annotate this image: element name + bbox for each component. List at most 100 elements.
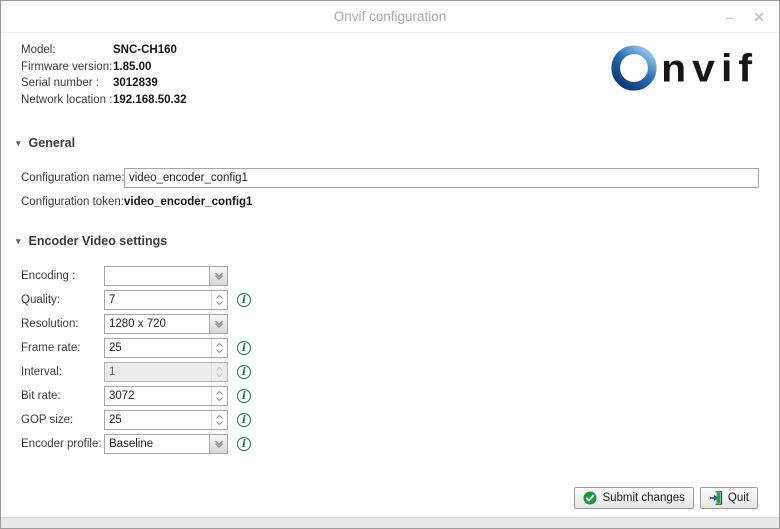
- collapse-arrow-icon: ▾: [16, 235, 21, 246]
- form-row-quality: Quality: 7 i: [21, 288, 251, 312]
- submit-changes-label: Submit changes: [602, 492, 685, 504]
- field-bit-rate[interactable]: 3072: [104, 386, 228, 406]
- section-title-general: General: [28, 136, 76, 150]
- device-info-row-model: Model: SNC-CH160: [21, 42, 187, 59]
- form-row-gop-size: GOP size: 25 i: [21, 408, 251, 432]
- info-icon[interactable]: i: [237, 341, 251, 355]
- device-info-row-serial-number: Serial number : 3012839: [21, 75, 187, 92]
- field-encoder-profile[interactable]: Baseline: [104, 434, 228, 454]
- field-label: Bit rate:: [21, 390, 61, 402]
- field-value: 1280 x 720: [109, 318, 166, 330]
- submit-changes-button[interactable]: Submit changes: [574, 487, 694, 509]
- chevron-down-icon: [214, 320, 223, 328]
- dropdown-button[interactable]: [209, 315, 227, 333]
- field-resolution[interactable]: 1280 x 720: [104, 314, 228, 334]
- section-header-general[interactable]: ▾ General: [16, 136, 75, 150]
- onvif-logo: nvif: [610, 44, 758, 92]
- form-row-interval: Interval: 1 i: [21, 360, 251, 384]
- onvif-configuration-window: { "window": { "title": "Onvif configurat…: [0, 0, 780, 529]
- field-value: [105, 267, 209, 285]
- field-label: Interval:: [21, 366, 62, 378]
- spin-down-icon[interactable]: [216, 421, 223, 425]
- field-quality[interactable]: 7: [104, 290, 228, 310]
- field-frame-rate[interactable]: 25: [104, 338, 228, 358]
- device-info-value: 192.168.50.32: [113, 93, 187, 106]
- dropdown-button[interactable]: [209, 267, 227, 285]
- section-title-encoder-video-settings: Encoder Video settings: [28, 234, 168, 248]
- action-buttons: Submit changes Quit: [574, 487, 758, 509]
- configuration-token-value: video_encoder_config1: [124, 196, 253, 208]
- form-row-encoding: Encoding :: [21, 264, 251, 288]
- field-value: 7: [109, 294, 116, 306]
- device-info-label: Model:: [21, 44, 56, 57]
- device-info-label: Firmware version:: [21, 60, 113, 73]
- window-controls: – ✕: [725, 1, 765, 32]
- spin-up-icon[interactable]: [216, 343, 223, 347]
- field-value: 1: [109, 366, 116, 378]
- spinner-buttons[interactable]: [211, 291, 227, 309]
- configuration-name-input[interactable]: [124, 168, 759, 188]
- check-circle-icon: [583, 491, 597, 505]
- onvif-ring-icon: [611, 45, 657, 91]
- device-info-row-network-location: Network location : 192.168.50.32: [21, 92, 187, 109]
- device-info-value: 1.85.00: [113, 60, 152, 73]
- info-icon[interactable]: i: [237, 437, 251, 451]
- field-value: 25: [109, 342, 122, 354]
- spinner-buttons[interactable]: [211, 411, 227, 429]
- field-label: Encoding :: [21, 270, 76, 282]
- field-interval[interactable]: 1: [104, 362, 228, 382]
- chevron-down-icon: [214, 440, 223, 448]
- field-gop-size[interactable]: 25: [104, 410, 228, 430]
- bottom-bar: [1, 517, 779, 528]
- spin-down-icon[interactable]: [216, 301, 223, 305]
- form-row-resolution: Resolution: 1280 x 720: [21, 312, 251, 336]
- close-button[interactable]: ✕: [753, 10, 765, 24]
- field-label: Frame rate:: [21, 342, 81, 354]
- onvif-wordmark: nvif: [661, 45, 758, 91]
- field-value: 3072: [109, 390, 135, 402]
- field-encoding[interactable]: [104, 266, 228, 286]
- spin-down-icon[interactable]: [216, 397, 223, 401]
- configuration-name-label: Configuration name:: [21, 172, 125, 184]
- form-row-frame-rate: Frame rate: 25 i: [21, 336, 251, 360]
- field-label: Quality:: [21, 294, 60, 306]
- form-row-encoder-profile: Encoder profile: Baseline i: [21, 432, 251, 456]
- titlebar[interactable]: Onvif configuration – ✕: [1, 1, 779, 33]
- spin-up-icon[interactable]: [216, 295, 223, 299]
- field-value: 25: [109, 414, 122, 426]
- quit-label: Quit: [727, 492, 749, 504]
- device-info-label: Network location :: [21, 93, 113, 106]
- spinner-buttons[interactable]: [211, 387, 227, 405]
- field-value: Baseline: [109, 438, 154, 450]
- spin-down-icon[interactable]: [216, 373, 223, 377]
- spin-up-icon[interactable]: [216, 391, 223, 395]
- device-info: Model: SNC-CH160 Firmware version: 1.85.…: [21, 42, 187, 108]
- exit-door-icon: [709, 491, 723, 505]
- configuration-token-label: Configuration token:: [21, 196, 124, 208]
- minimize-button[interactable]: –: [725, 10, 733, 24]
- spin-down-icon[interactable]: [216, 349, 223, 353]
- info-icon[interactable]: i: [237, 293, 251, 307]
- info-icon[interactable]: i: [237, 389, 251, 403]
- spin-up-icon[interactable]: [216, 415, 223, 419]
- info-icon[interactable]: i: [237, 365, 251, 379]
- field-label: Encoder profile:: [21, 438, 102, 450]
- chevron-down-icon: [214, 272, 223, 280]
- section-header-encoder-video-settings[interactable]: ▾ Encoder Video settings: [16, 234, 167, 248]
- collapse-arrow-icon: ▾: [16, 137, 21, 148]
- spinner-buttons[interactable]: [211, 363, 227, 381]
- field-label: GOP size:: [21, 414, 74, 426]
- quit-button[interactable]: Quit: [699, 487, 758, 509]
- spin-up-icon[interactable]: [216, 367, 223, 371]
- info-icon[interactable]: i: [237, 413, 251, 427]
- window-title: Onvif configuration: [333, 9, 447, 24]
- spinner-buttons[interactable]: [211, 339, 227, 357]
- dropdown-button[interactable]: [209, 435, 227, 453]
- device-info-row-firmware-version: Firmware version: 1.85.00: [21, 59, 187, 76]
- device-info-value: 3012839: [113, 77, 158, 90]
- device-info-value: SNC-CH160: [113, 44, 177, 57]
- encoder-fields: Encoding : Quality: 7 i Resolution: 1280…: [21, 264, 251, 456]
- form-row-bit-rate: Bit rate: 3072 i: [21, 384, 251, 408]
- device-info-label: Serial number :: [21, 77, 99, 90]
- field-label: Resolution:: [21, 318, 79, 330]
